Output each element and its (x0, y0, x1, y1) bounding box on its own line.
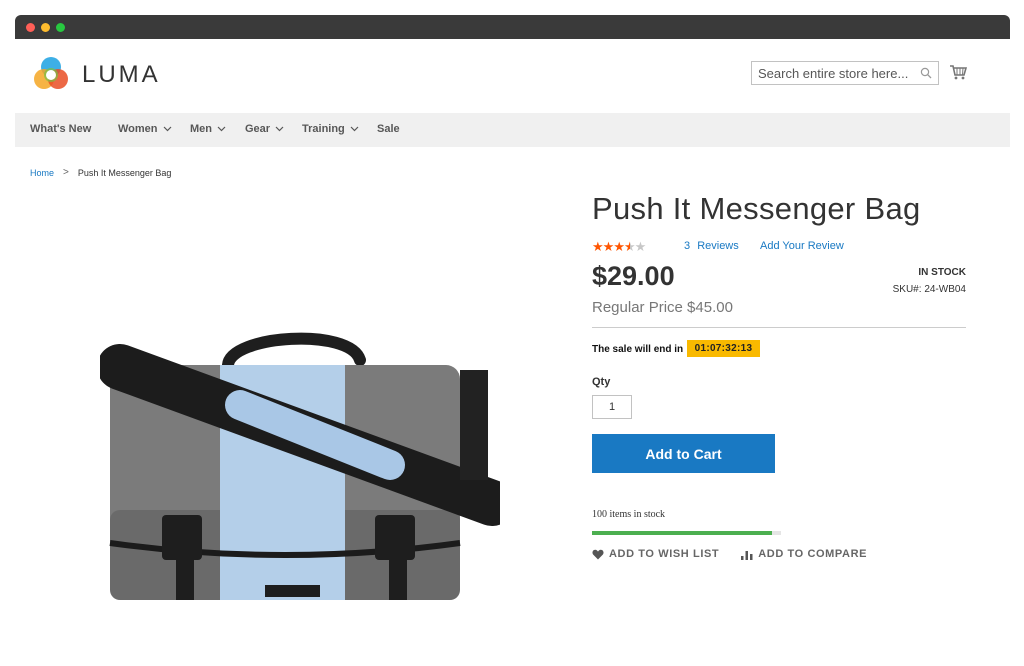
chevron-down-icon (163, 126, 171, 132)
sku-value: 24-WB04 (924, 284, 966, 295)
product-price: $29.00 (592, 261, 675, 291)
star-icon: ★ (602, 239, 615, 254)
add-to-wishlist-link[interactable]: ADD TO WISH LIST (592, 548, 719, 560)
wishlist-label: ADD TO WISH LIST (609, 548, 720, 560)
sale-countdown-label: The sale will end in (592, 344, 684, 355)
nav-item-whats-new[interactable]: What's New (30, 123, 91, 135)
stock-level-bar (592, 531, 781, 535)
luma-logo-icon[interactable] (32, 55, 70, 93)
stock-level-fill (592, 531, 772, 535)
nav-item-men[interactable]: Men (190, 123, 226, 135)
star-icon: ★ (613, 239, 625, 254)
browser-window: LUMA What's New Women Men (15, 15, 1010, 666)
stock-count: 100 items in stock (592, 509, 666, 520)
add-to-cart-button[interactable]: Add to Cart (592, 434, 775, 473)
nav-item-label: Sale (377, 123, 400, 135)
stock-status: IN STOCK (918, 267, 966, 278)
close-window-button[interactable] (26, 23, 35, 32)
nav-item-gear[interactable]: Gear (245, 123, 284, 135)
maximize-window-button[interactable] (56, 23, 65, 32)
nav-item-label: Gear (245, 123, 271, 135)
breadcrumb-home-link[interactable]: Home (30, 168, 54, 178)
nav-item-women[interactable]: Women (118, 123, 172, 135)
qty-label: Qty (592, 376, 611, 388)
nav-item-label: Training (302, 123, 345, 135)
qty-input[interactable] (592, 395, 632, 419)
product-actions: ADD TO WISH LIST ADD TO COMPARE (592, 548, 867, 560)
nav-item-label: What's New (30, 123, 92, 135)
product-title: Push It Messenger Bag (592, 191, 921, 226)
breadcrumb: Home > Push It Messenger Bag (30, 167, 171, 178)
heart-icon (592, 549, 604, 559)
compare-label: ADD TO COMPARE (758, 548, 868, 560)
half-star-icon: ★ (623, 239, 636, 254)
chevron-down-icon (350, 126, 359, 132)
add-to-compare-link[interactable]: ADD TO COMPARE (741, 548, 867, 560)
sale-countdown-timer: 01:07:32:13 (687, 340, 760, 357)
minimize-window-button[interactable] (41, 23, 50, 32)
chevron-down-icon (217, 126, 226, 132)
empty-star-icon: ★ (634, 239, 647, 254)
compare-icon (741, 550, 753, 560)
nav-item-label: Men (190, 123, 212, 135)
rating-stars: ★★★★★ (592, 239, 647, 255)
product-info: Push It Messenger Bag ★★★★★ 3 Reviews Ad… (592, 15, 972, 666)
reviews-link[interactable]: 3 Reviews (684, 240, 739, 252)
nav-item-training[interactable]: Training (302, 123, 359, 135)
chevron-down-icon (275, 126, 284, 132)
reviews-count: 3 (684, 240, 691, 252)
breadcrumb-separator: > (63, 167, 69, 178)
divider (592, 327, 966, 328)
logo-text[interactable]: LUMA (82, 61, 161, 89)
sku-label: SKU#: (892, 284, 922, 295)
breadcrumb-current: Push It Messenger Bag (77, 167, 172, 178)
product-image[interactable] (100, 315, 500, 600)
regular-price: Regular Price $45.00 (592, 299, 733, 316)
star-icon: ★ (592, 239, 604, 254)
sku: SKU#: 24-WB04 (893, 284, 966, 295)
reviews-label: Reviews (697, 240, 739, 252)
nav-item-sale[interactable]: Sale (377, 123, 400, 135)
add-review-link[interactable]: Add Your Review (760, 240, 844, 252)
nav-item-label: Women (118, 123, 158, 135)
